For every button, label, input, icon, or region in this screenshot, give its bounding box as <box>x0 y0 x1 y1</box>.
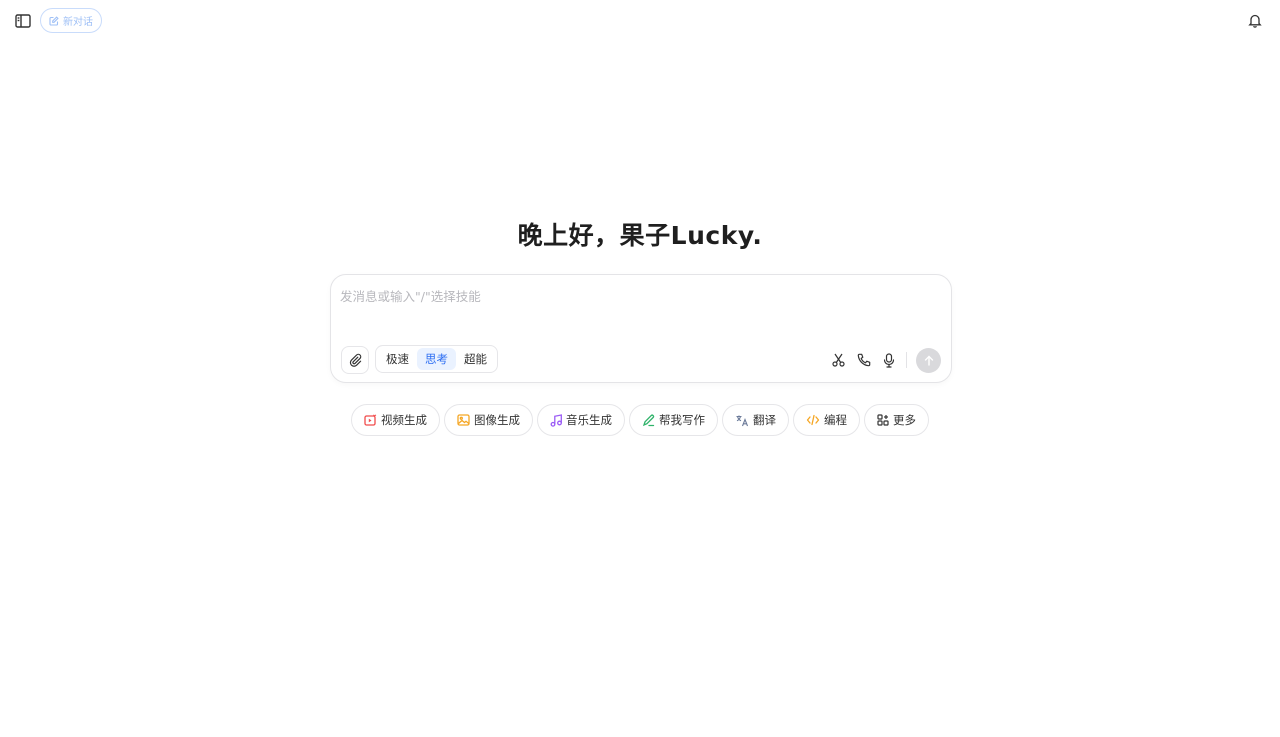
chip-video-generation[interactable]: 视频生成 <box>351 404 440 436</box>
music-icon <box>550 413 562 427</box>
mode-fast-button[interactable]: 极速 <box>378 348 417 370</box>
phone-icon[interactable] <box>851 347 876 373</box>
chip-more[interactable]: 更多 <box>864 404 929 436</box>
pen-icon <box>642 414 655 426</box>
chip-label: 翻译 <box>753 413 776 427</box>
edit-icon <box>49 15 59 26</box>
grid-plus-icon <box>877 414 889 426</box>
scissors-icon[interactable] <box>826 347 851 373</box>
composer-tools <box>826 347 941 373</box>
attach-button[interactable] <box>341 346 369 374</box>
chip-label: 音乐生成 <box>566 413 612 427</box>
paperclip-icon <box>349 353 361 367</box>
chip-image-generation[interactable]: 图像生成 <box>444 404 533 436</box>
microphone-icon[interactable] <box>876 347 901 373</box>
chip-label: 更多 <box>893 413 916 427</box>
chip-programming[interactable]: 编程 <box>793 404 860 436</box>
chip-label: 图像生成 <box>474 413 520 427</box>
mode-selector: 极速 思考 超能 <box>375 345 498 373</box>
skill-chips: 视频生成 图像生成 音乐生成 帮我写作 翻译 编程 更多 <box>0 404 1280 436</box>
arrow-up-icon <box>924 355 933 366</box>
notification-bell-icon[interactable] <box>1246 11 1264 29</box>
mode-think-button[interactable]: 思考 <box>417 348 456 370</box>
chip-label: 编程 <box>824 413 847 427</box>
greeting-title: 晚上好，果子Lucky. <box>517 221 763 250</box>
translate-icon <box>736 415 749 426</box>
image-icon <box>457 414 470 426</box>
chip-translate[interactable]: 翻译 <box>722 404 789 436</box>
tools-divider <box>906 352 907 368</box>
chip-help-me-write[interactable]: 帮我写作 <box>629 404 718 436</box>
send-button[interactable] <box>916 347 941 373</box>
chip-label: 帮我写作 <box>659 413 705 427</box>
new-chat-label: 新对话 <box>63 17 93 28</box>
message-input[interactable] <box>340 285 940 307</box>
sidebar-toggle-icon[interactable] <box>12 10 34 32</box>
code-icon <box>806 414 820 426</box>
app-window: 新对话 晚上好，果子Lucky. 极速 思考 超能 <box>0 0 1280 737</box>
chip-music-generation[interactable]: 音乐生成 <box>537 404 625 436</box>
video-icon <box>364 414 377 426</box>
message-composer: 极速 思考 超能 <box>330 274 952 383</box>
new-chat-button[interactable]: 新对话 <box>40 8 102 33</box>
chip-label: 视频生成 <box>381 413 427 427</box>
mode-super-button[interactable]: 超能 <box>456 348 495 370</box>
